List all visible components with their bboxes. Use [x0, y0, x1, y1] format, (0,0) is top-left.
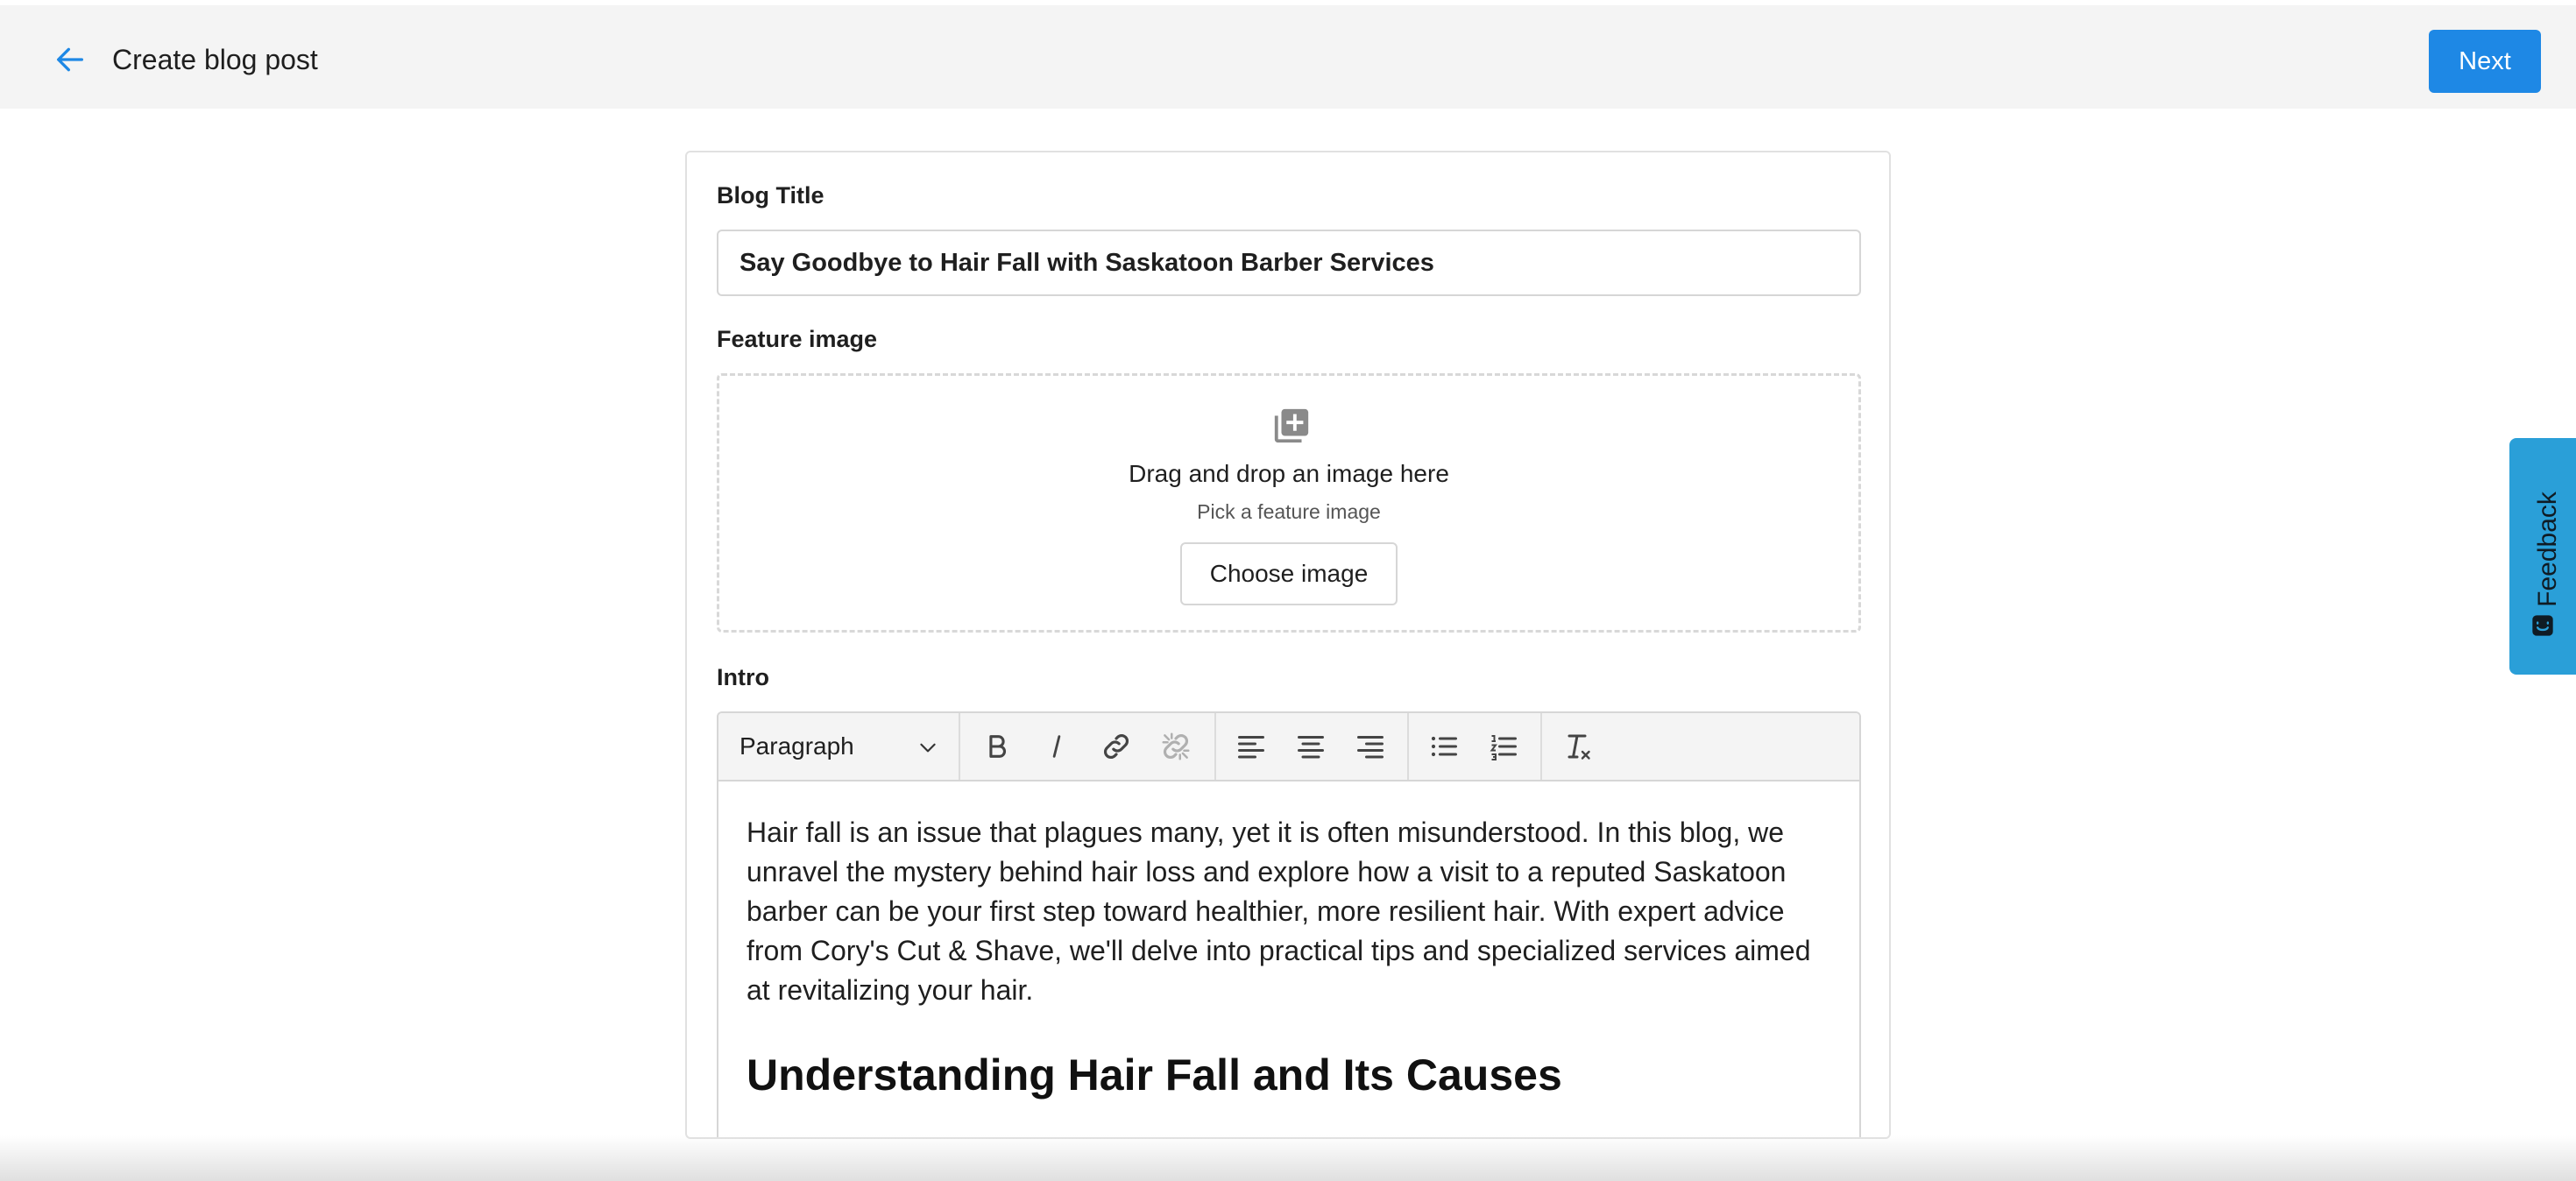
align-right-button[interactable] — [1346, 722, 1395, 771]
clear-format-button[interactable] — [1553, 722, 1602, 771]
blog-form-card: Blog Title Feature image Drag and drop a… — [685, 151, 1891, 1139]
feedback-tab[interactable]: Feedback — [2509, 438, 2576, 675]
intro-label: Intro — [717, 664, 769, 690]
bold-icon — [989, 735, 1006, 758]
editor-toolbar: Paragraph — [718, 713, 1859, 781]
add-photo-icon — [1274, 408, 1309, 443]
bullet-list-button[interactable] — [1419, 722, 1468, 771]
align-left-button[interactable] — [1227, 722, 1276, 771]
section-heading: Understanding Hair Fall and Its Causes — [747, 1050, 1562, 1100]
block-format-value: Paragraph — [740, 732, 854, 760]
bottom-shadow — [0, 1135, 2576, 1181]
align-left-icon — [1238, 736, 1264, 759]
dropzone-text: Drag and drop an image here — [1129, 460, 1449, 487]
align-right-icon — [1357, 736, 1384, 759]
dropzone-subtext: Pick a feature image — [1197, 500, 1381, 523]
numbered-list-button[interactable] — [1479, 722, 1528, 771]
unlink-button[interactable] — [1151, 722, 1200, 771]
image-dropzone[interactable]: Drag and drop an image here Pick a featu… — [717, 373, 1861, 633]
italic-button[interactable] — [1032, 722, 1081, 771]
choose-image-button[interactable]: Choose image — [1180, 542, 1398, 605]
align-center-icon — [1298, 736, 1324, 759]
toolbar-divider — [1214, 713, 1216, 780]
numbered-list-icon — [1490, 735, 1517, 760]
next-button[interactable]: Next — [2429, 30, 2541, 93]
intro-paragraph: Hair fall is an issue that plagues many,… — [747, 817, 1811, 1006]
editor-content[interactable]: Hair fall is an issue that plagues many,… — [747, 813, 1833, 1101]
feature-image-label: Feature image — [717, 326, 878, 352]
rich-text-editor: Paragraph Hair fall is an issue that pla… — [717, 711, 1861, 1137]
feedback-smiley-icon — [2532, 615, 2553, 636]
toolbar-divider — [1540, 713, 1542, 780]
back-button[interactable] — [49, 39, 91, 81]
link-button[interactable] — [1092, 722, 1141, 771]
arrow-left-icon — [57, 47, 84, 72]
unlink-icon — [1162, 732, 1190, 760]
blog-title-input[interactable] — [717, 230, 1861, 296]
feedback-label: Feedback — [2533, 491, 2562, 607]
bold-button[interactable] — [973, 722, 1022, 771]
bullet-list-icon — [1431, 736, 1457, 757]
page-title: Create blog post — [112, 44, 318, 75]
toolbar-divider — [1407, 713, 1409, 780]
blog-title-label: Blog Title — [717, 182, 824, 209]
clear-format-icon — [1568, 734, 1590, 760]
italic-icon — [1052, 735, 1061, 758]
chevron-down-icon — [920, 743, 936, 753]
align-center-button[interactable] — [1286, 722, 1335, 771]
top-bar: Create blog post Next — [0, 5, 2576, 109]
link-icon — [1104, 734, 1129, 759]
block-format-select[interactable]: Paragraph — [718, 713, 960, 780]
